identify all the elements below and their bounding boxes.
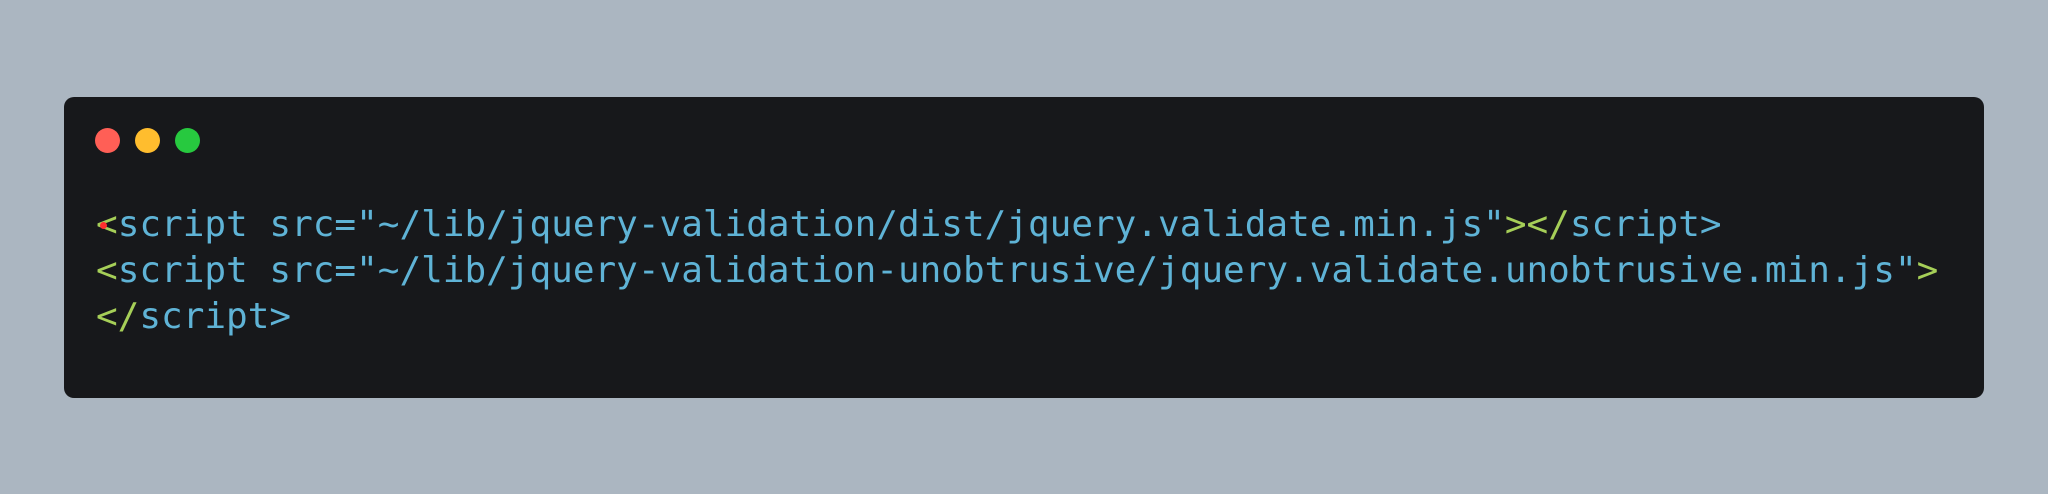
script-src-text: script src="~/lib/jquery-validation-unob… [117, 250, 1917, 291]
close-script-text: script> [139, 296, 292, 337]
code-line-1: <script src="~/lib/jquery-validation/dis… [96, 202, 1938, 248]
minimize-icon[interactable] [135, 128, 160, 153]
code-block: < script src="~/lib/jquery-validation/dis… [96, 202, 1938, 340]
close-bracket: > [1916, 250, 1939, 291]
open-bracket: < [96, 250, 118, 291]
middle-tag: ></ [1504, 204, 1570, 245]
script-src-text: script src="~/lib/jquery-validation/dist… [117, 204, 1505, 245]
closing-tag-open: </ [96, 296, 140, 337]
close-script-text: script> [1569, 204, 1722, 245]
code-line-3: </script> [96, 294, 1938, 340]
maximize-icon[interactable] [175, 128, 200, 153]
window-controls [95, 128, 200, 153]
close-icon[interactable] [95, 128, 120, 153]
code-line-2: <script src="~/lib/jquery-validation-uno… [96, 248, 1938, 294]
